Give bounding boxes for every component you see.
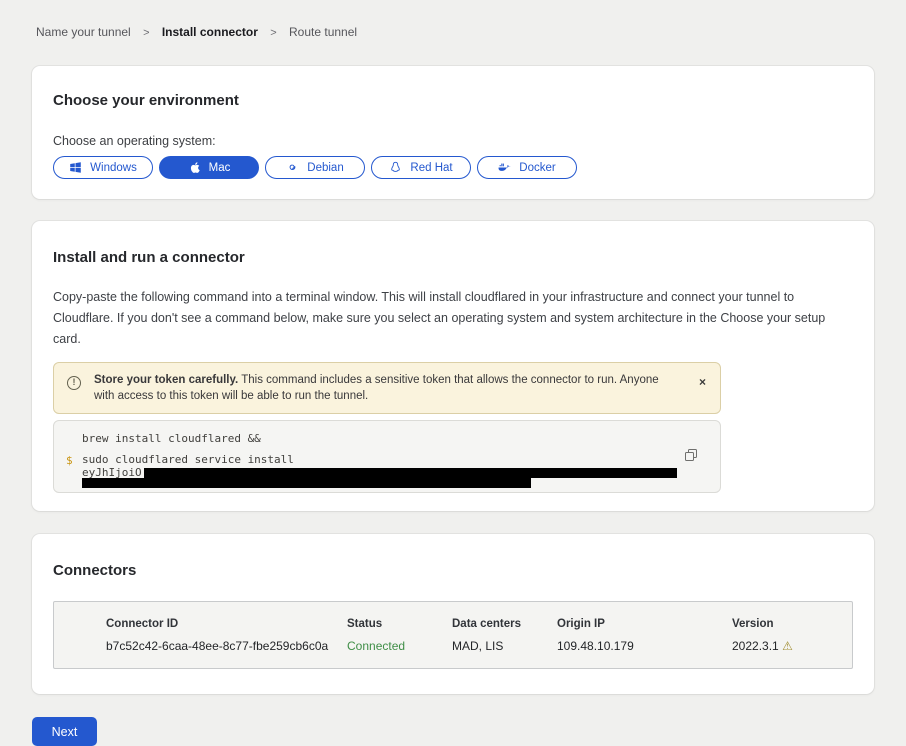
table-column-data-centers: Data centers MAD, LIS: [452, 618, 557, 653]
connectors-title: Connectors: [53, 562, 853, 580]
redhat-icon: [389, 161, 402, 174]
connectors-table: Connector ID b7c52c42-6caa-48ee-8c77-fbe…: [53, 601, 853, 669]
os-button-label: Debian: [307, 162, 343, 174]
connectors-card: Connectors Connector ID b7c52c42-6caa-48…: [32, 534, 874, 694]
column-header: Origin IP: [557, 618, 732, 630]
os-button-redhat[interactable]: Red Hat: [371, 156, 471, 179]
os-button-label: Mac: [209, 162, 231, 174]
code-line-sudo: sudo cloudflared service install: [82, 452, 706, 467]
token-warning-banner: ! Store your token carefully. This comma…: [53, 362, 721, 414]
redaction-bar: [82, 478, 531, 488]
os-button-label: Docker: [519, 162, 555, 174]
breadcrumb-step-name-your-tunnel[interactable]: Name your tunnel: [36, 25, 131, 39]
docker-icon: [498, 161, 511, 174]
close-icon[interactable]: ×: [695, 373, 710, 391]
os-button-group: Windows Mac Debian Red Hat Docker: [53, 156, 853, 179]
column-header: Version: [732, 618, 842, 630]
token-warning-text: Store your token carefully. This command…: [94, 374, 659, 402]
warning-triangle-icon: ⚠: [782, 639, 793, 653]
column-header: Data centers: [452, 618, 557, 630]
next-button[interactable]: Next: [32, 717, 97, 746]
code-line-brew: brew install cloudflared &&: [82, 431, 706, 447]
os-select-label: Choose an operating system:: [53, 134, 853, 148]
column-header: Connector ID: [106, 618, 347, 630]
os-button-debian[interactable]: Debian: [265, 156, 365, 179]
version-value: 2022.3.1 ⚠: [732, 639, 842, 653]
install-connector-title: Install and run a connector: [53, 249, 853, 267]
install-connector-card: Install and run a connector Copy-paste t…: [32, 221, 874, 511]
table-column-version: Version 2022.3.1 ⚠: [732, 618, 842, 653]
environment-card-title: Choose your environment: [53, 92, 853, 110]
redaction-bar: [144, 468, 677, 478]
os-button-mac[interactable]: Mac: [159, 156, 259, 179]
copy-icon[interactable]: [684, 448, 698, 462]
table-column-connector-id: Connector ID b7c52c42-6caa-48ee-8c77-fbe…: [106, 618, 347, 653]
alert-circle-icon: !: [67, 376, 81, 390]
breadcrumb-separator: >: [270, 27, 276, 39]
origin-ip-value: 109.48.10.179: [557, 639, 732, 653]
table-column-origin-ip: Origin IP 109.48.10.179: [557, 618, 732, 653]
debian-icon: [286, 161, 299, 174]
os-button-windows[interactable]: Windows: [53, 156, 153, 179]
breadcrumb-separator: >: [143, 27, 149, 39]
windows-icon: [69, 161, 82, 174]
table-column-status: Status Connected: [347, 618, 452, 653]
version-number: 2022.3.1: [732, 639, 779, 653]
connector-id-value: b7c52c42-6caa-48ee-8c77-fbe259cb6c0a: [106, 639, 347, 653]
token-warning-bold: Store your token carefully.: [94, 374, 238, 386]
breadcrumb: Name your tunnel > Install connector > R…: [0, 0, 906, 39]
install-command-codeblock[interactable]: $ brew install cloudflared && sudo cloud…: [53, 420, 721, 493]
apple-icon: [188, 161, 201, 174]
os-button-label: Windows: [90, 162, 137, 174]
breadcrumb-step-install-connector[interactable]: Install connector: [162, 25, 258, 39]
install-connector-description: Copy-paste the following command into a …: [53, 287, 853, 350]
column-header: Status: [347, 618, 452, 630]
breadcrumb-step-route-tunnel[interactable]: Route tunnel: [289, 25, 357, 39]
environment-card: Choose your environment Choose an operat…: [32, 66, 874, 199]
data-centers-value: MAD, LIS: [452, 639, 557, 653]
code-line-token-2: [82, 478, 706, 488]
os-button-label: Red Hat: [410, 162, 452, 174]
os-button-docker[interactable]: Docker: [477, 156, 577, 179]
status-badge: Connected: [347, 639, 452, 653]
shell-prompt: $: [66, 454, 73, 467]
code-line-token: eyJhIjoiO: [82, 467, 706, 478]
